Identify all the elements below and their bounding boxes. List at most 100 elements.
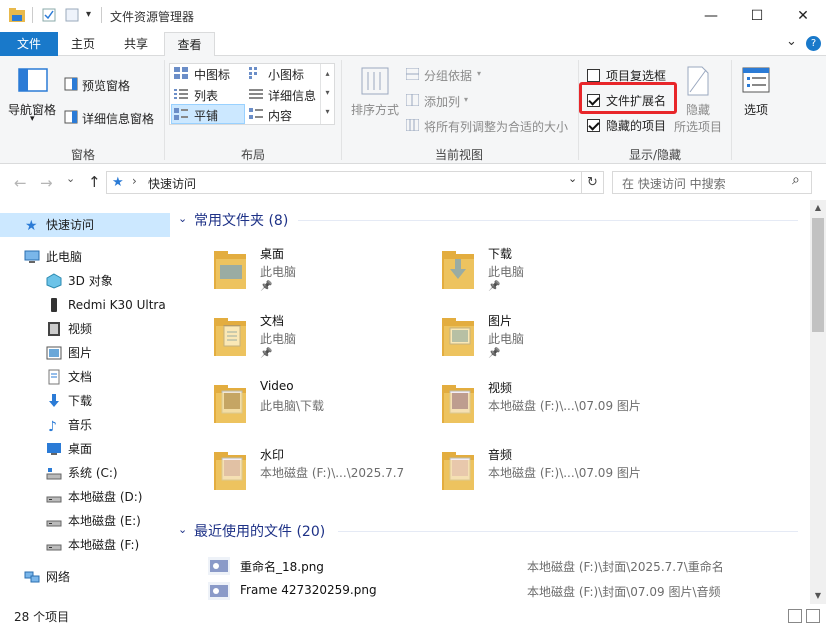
folder-location: 此电脑	[488, 265, 525, 279]
folder-tile[interactable]: 视频 本地磁盘 (F:)\...\07.09 图片	[442, 379, 652, 439]
sidebar-item-label: 此电脑	[46, 250, 83, 264]
hide-selected-icon[interactable]	[686, 66, 710, 96]
options-button[interactable]: 选项	[744, 101, 768, 118]
sidebar-item-network[interactable]: 网络	[0, 565, 170, 589]
music-icon: ♪	[46, 417, 62, 435]
layout-list[interactable]: 列表	[194, 87, 218, 104]
scroll-down-arrow[interactable]: ▼	[810, 588, 826, 604]
back-arrow-icon[interactable]: ←	[14, 174, 27, 192]
large-icons-view-icon[interactable]	[806, 609, 820, 623]
up-arrow-icon[interactable]: ↑	[88, 173, 101, 191]
sidebar-item-pc[interactable]: 此电脑	[0, 245, 170, 269]
help-icon[interactable]: ?	[806, 36, 821, 51]
tab-share[interactable]: 共享	[108, 32, 164, 56]
chevron-down-icon[interactable]: ⌄	[178, 212, 187, 225]
sidebar-item-music[interactable]: ♪ 音乐	[0, 413, 170, 437]
group-label-layout: 布局	[240, 148, 265, 162]
chevron-down-icon[interactable]: ▾	[30, 114, 35, 124]
navigation-pane-icon[interactable]	[18, 68, 48, 92]
sidebar-item-label: 桌面	[68, 442, 93, 456]
refresh-button[interactable]: ↻	[582, 171, 604, 194]
options-icon[interactable]	[741, 66, 771, 94]
search-input[interactable]: 在 快速访问 中搜索	[622, 175, 726, 192]
collapse-ribbon-icon[interactable]: ⌄	[786, 34, 797, 49]
layout-tiles[interactable]: 平铺	[194, 107, 218, 124]
folder-tile[interactable]: 图片 此电脑 📌	[442, 312, 652, 372]
preview-pane-icon[interactable]	[64, 77, 78, 91]
search-icon[interactable]: ⌕	[792, 172, 800, 188]
sort-by-button[interactable]: 排序方式	[351, 101, 399, 118]
group-by-button[interactable]: 分组依据	[424, 67, 472, 84]
folder-tile[interactable]: 桌面 此电脑 📌	[214, 245, 424, 305]
folder-tile[interactable]: Video 此电脑\下载	[214, 379, 424, 439]
scroll-up-arrow[interactable]: ▲	[810, 200, 826, 216]
layout-gallery-scroll[interactable]: ▴ ▾ ▾	[320, 64, 334, 124]
download-icon	[46, 393, 62, 409]
breadcrumb-separator-icon[interactable]: ›	[132, 174, 137, 188]
file-path: 本地磁盘 (F:)\封面\07.09 图片\音频	[527, 585, 721, 599]
new-folder-icon[interactable]	[65, 8, 79, 22]
close-button[interactable]: ✕	[780, 0, 826, 32]
layout-details[interactable]: 详细信息	[268, 87, 316, 104]
item-checkboxes-checkbox[interactable]	[587, 69, 600, 82]
details-pane-button[interactable]: 详细信息窗格	[82, 110, 154, 127]
sidebar-item-star[interactable]: ★ 快速访问	[0, 213, 170, 237]
sidebar-item-drive[interactable]: 本地磁盘 (F:)	[0, 533, 170, 557]
divider	[32, 7, 33, 23]
folder-location: 本地磁盘 (F:)\...\07.09 图片	[488, 399, 641, 413]
add-columns-button[interactable]: 添加列	[424, 93, 460, 110]
scrollbar-thumb[interactable]	[812, 218, 824, 332]
folder-name: 水印	[260, 448, 285, 462]
frequent-folders-header[interactable]: 常用文件夹 (8)	[194, 210, 288, 230]
folder-tile[interactable]: 文档 此电脑 📌	[214, 312, 424, 372]
recent-files-header[interactable]: 最近使用的文件 (20)	[194, 521, 325, 541]
add-columns-icon	[405, 93, 420, 107]
minimize-button[interactable]: —	[688, 0, 734, 32]
details-view-icon[interactable]	[788, 609, 802, 623]
hide-selected-button[interactable]: 隐藏	[686, 101, 710, 118]
list-item[interactable]: Frame 427320259.png 本地磁盘 (F:)\封面\07.09 图片…	[200, 581, 800, 603]
tab-home[interactable]: 主页	[58, 32, 108, 56]
sidebar-item-documents[interactable]: 文档	[0, 365, 170, 389]
folder-tile[interactable]: 音频 本地磁盘 (F:)\...\07.09 图片	[442, 446, 652, 506]
file-extensions-checkbox[interactable]	[587, 94, 600, 107]
layout-medium-icons[interactable]: 中图标	[194, 66, 230, 83]
details-pane-icon[interactable]	[64, 110, 78, 124]
properties-icon[interactable]	[42, 8, 56, 22]
tab-view[interactable]: 查看	[164, 32, 215, 57]
file-path: 本地磁盘 (F:)\封面\2025.7.7\重命名	[527, 560, 724, 574]
layout-content[interactable]: 内容	[268, 107, 292, 124]
list-item[interactable]: 重命名_18.png 本地磁盘 (F:)\封面\2025.7.7\重命名	[200, 556, 800, 578]
tab-file[interactable]: 文件	[0, 32, 58, 56]
layout-small-icons[interactable]: 小图标	[268, 66, 304, 83]
sidebar-item-drive[interactable]: 本地磁盘 (D:)	[0, 485, 170, 509]
status-bar: 28 个项目	[0, 604, 826, 628]
preview-pane-button[interactable]: 预览窗格	[82, 77, 130, 94]
folder-icon	[214, 247, 248, 291]
maximize-button[interactable]: ☐	[734, 0, 780, 32]
hidden-items-label[interactable]: 隐藏的项目	[606, 117, 666, 134]
recent-locations-icon[interactable]: ⌄	[66, 172, 75, 185]
sidebar-item-drive[interactable]: 本地磁盘 (E:)	[0, 509, 170, 533]
folder-tile[interactable]: 水印 本地磁盘 (F:)\...\2025.7.7	[214, 446, 424, 506]
chevron-down-icon[interactable]: ⌄	[178, 523, 187, 536]
folder-tile[interactable]: 下载 此电脑 📌	[442, 245, 652, 305]
sidebar-item-download[interactable]: 下载	[0, 389, 170, 413]
sidebar-item-pictures[interactable]: 图片	[0, 341, 170, 365]
sort-by-icon[interactable]	[360, 66, 390, 96]
vertical-scrollbar[interactable]: ▲ ▼	[810, 200, 826, 604]
size-all-columns-button[interactable]: 将所有列调整为合适的大小	[424, 118, 568, 135]
file-extensions-label[interactable]: 文件扩展名	[606, 92, 666, 109]
forward-arrow-icon[interactable]: →	[40, 174, 53, 192]
breadcrumb-quick-access[interactable]: 快速访问	[148, 175, 196, 192]
sidebar-item-desktop[interactable]: 桌面	[0, 437, 170, 461]
sidebar-item-phone[interactable]: Redmi K30 Ultra	[0, 293, 170, 317]
quick-access-toolbar-dropdown[interactable]: ▾	[86, 9, 91, 20]
tiles-icon	[174, 108, 188, 120]
sidebar-item-label: Redmi K30 Ultra	[68, 298, 166, 312]
hidden-items-checkbox[interactable]	[587, 119, 600, 132]
address-dropdown-icon[interactable]: ⌄	[568, 172, 577, 185]
sidebar-item-drive-c[interactable]: 系统 (C:)	[0, 461, 170, 485]
sidebar-item-3d[interactable]: 3D 对象	[0, 269, 170, 293]
sidebar-item-video[interactable]: 视频	[0, 317, 170, 341]
